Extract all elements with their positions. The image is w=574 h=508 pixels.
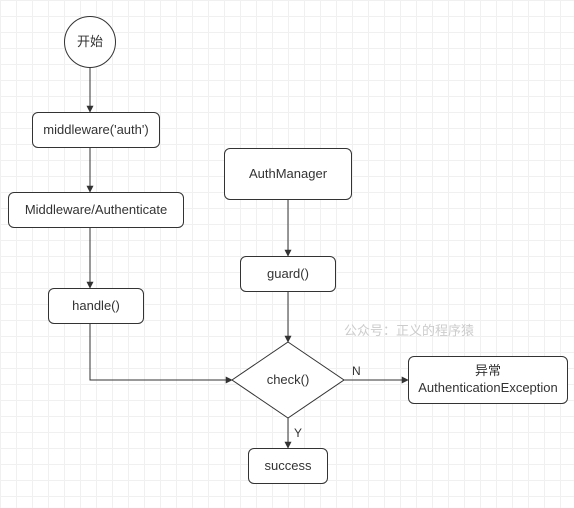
- exception-label-1: 异常: [475, 363, 501, 378]
- edge-no-label: N: [352, 364, 361, 378]
- edge-yes-label: Y: [294, 426, 302, 440]
- exception-label-2: AuthenticationException: [418, 380, 557, 395]
- check-label: check(): [267, 372, 310, 389]
- start-label: 开始: [77, 34, 103, 51]
- guard-label: guard(): [267, 266, 309, 283]
- success-label: success: [265, 458, 312, 475]
- handle-node: handle(): [48, 288, 144, 324]
- middleware-authenticate-node: Middleware/Authenticate: [8, 192, 184, 228]
- watermark-text: 公众号：正义的程序猿: [344, 320, 474, 339]
- handle-label: handle(): [72, 298, 120, 315]
- middleware-auth-node: middleware('auth'): [32, 112, 160, 148]
- guard-node: guard(): [240, 256, 336, 292]
- exception-node: 异常 AuthenticationException: [408, 356, 568, 404]
- auth-manager-label: AuthManager: [249, 166, 327, 183]
- start-node: 开始: [64, 16, 116, 68]
- success-node: success: [248, 448, 328, 484]
- middleware-auth-label: middleware('auth'): [43, 122, 148, 139]
- auth-manager-node: AuthManager: [224, 148, 352, 200]
- middleware-authenticate-label: Middleware/Authenticate: [25, 202, 167, 219]
- flow-arrows: [0, 0, 574, 508]
- check-label-wrap: check(): [232, 342, 344, 418]
